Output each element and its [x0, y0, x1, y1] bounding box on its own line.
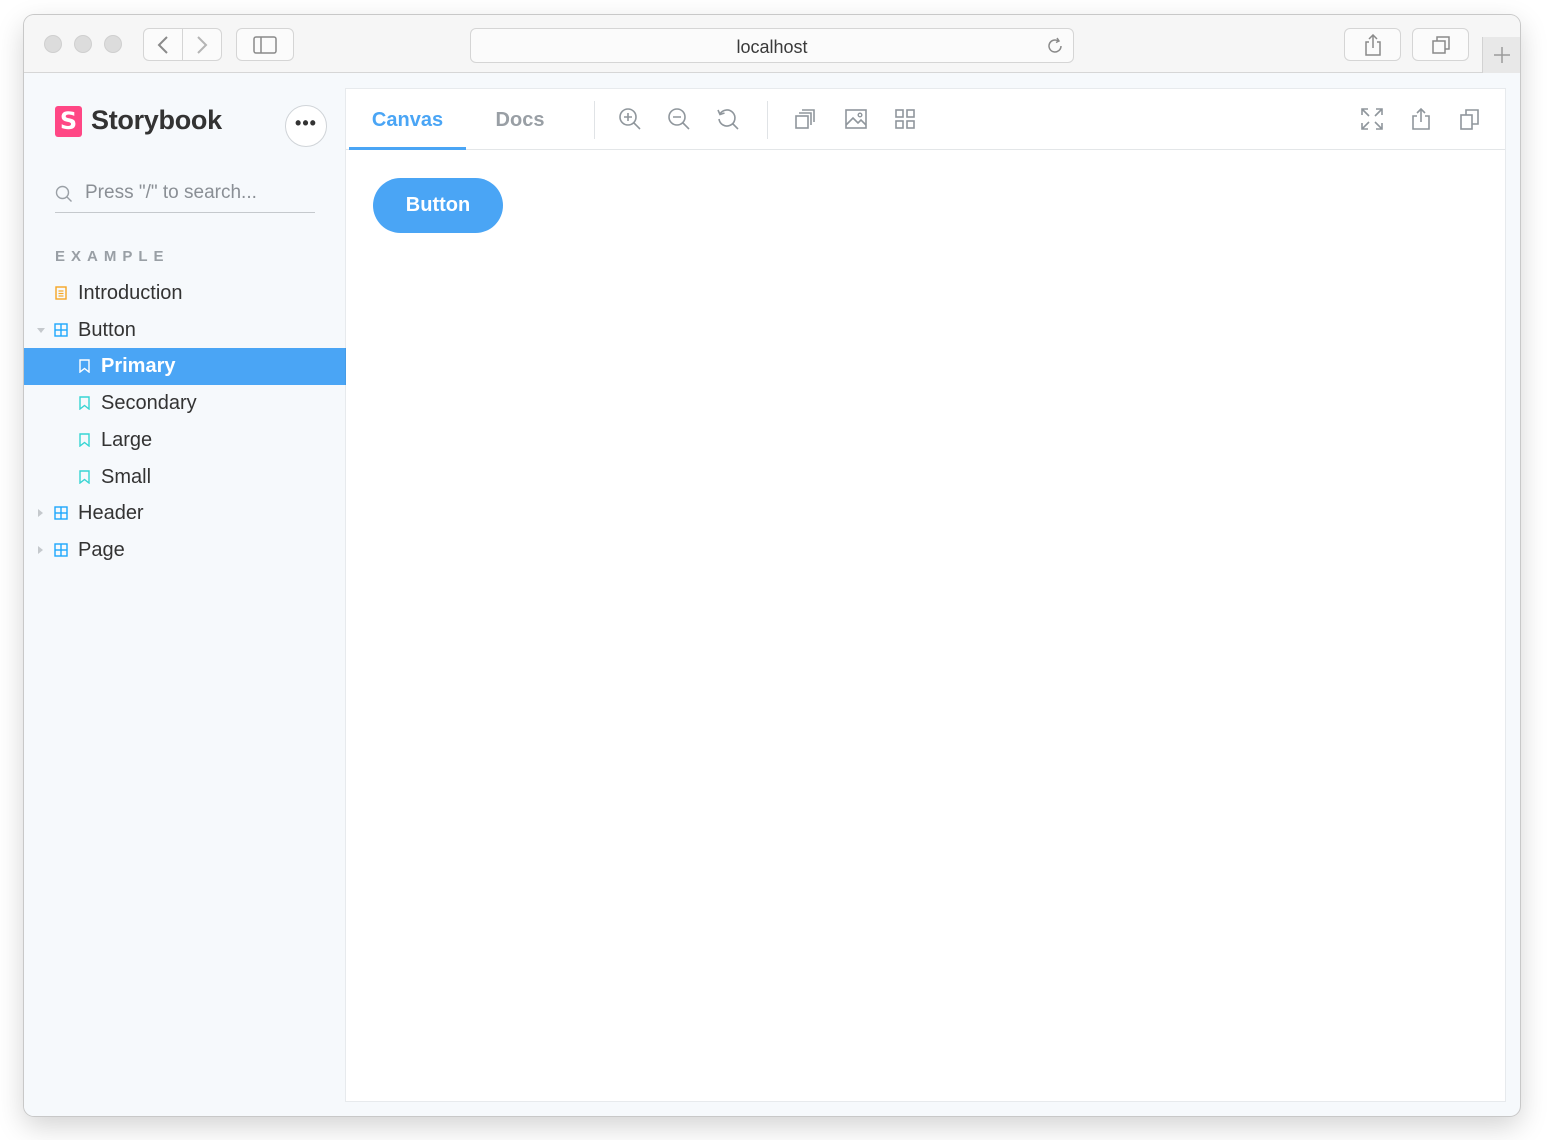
preview-panel: Canvas Docs Button — [346, 89, 1505, 1101]
bookmark-icon — [79, 433, 90, 447]
browser-window: localhost S Storybook ••• EXAMPLE Introd… — [24, 15, 1520, 1116]
background-button[interactable] — [792, 106, 818, 132]
tabs-overview-button[interactable] — [1412, 28, 1469, 61]
reload-icon[interactable] — [1045, 36, 1065, 56]
sidebar-item-primary[interactable]: Primary — [24, 348, 346, 385]
sidebar-item-label: Small — [101, 466, 152, 488]
caret-down-icon — [37, 328, 45, 333]
bookmark-icon — [79, 359, 90, 373]
sidebar-item-large[interactable]: Large — [24, 422, 346, 459]
section-title: EXAMPLE — [55, 248, 170, 265]
sidebar-item-button[interactable]: Button — [24, 312, 346, 349]
search-field — [55, 176, 315, 213]
search-input[interactable] — [85, 180, 313, 206]
component-icon — [54, 506, 68, 520]
sidebar-item-label: Primary — [101, 355, 176, 377]
ellipsis-icon: ••• — [295, 113, 317, 133]
sidebar-icon — [253, 35, 277, 54]
sidebar-item-page[interactable]: Page — [24, 532, 346, 569]
tab-label: Canvas — [371, 109, 444, 131]
zoom-out-button[interactable] — [666, 106, 692, 132]
component-icon — [54, 543, 68, 557]
tab-label: Docs — [495, 109, 545, 131]
sidebar-item-label: Header — [78, 502, 144, 524]
chevron-left-icon — [157, 35, 168, 54]
toolbar-divider — [594, 101, 595, 139]
sidebar-item-label: Introduction — [78, 282, 183, 304]
tabs-icon — [1431, 35, 1450, 54]
grid-icon — [895, 109, 915, 129]
image-button[interactable] — [843, 106, 869, 132]
sidebar-item-secondary[interactable]: Secondary — [24, 385, 346, 422]
chevron-right-icon — [197, 35, 208, 54]
component-icon — [54, 323, 68, 337]
sidebar-item-header[interactable]: Header — [24, 495, 346, 532]
toolbar-divider — [767, 101, 768, 139]
bookmark-icon — [79, 396, 90, 410]
fullscreen-button[interactable] — [1359, 106, 1385, 132]
forward-button[interactable] — [182, 28, 222, 61]
document-icon — [55, 286, 67, 300]
background-icon — [795, 109, 815, 129]
back-button[interactable] — [143, 28, 183, 61]
sidebar-item-introduction[interactable]: Introduction — [24, 275, 346, 312]
share-icon — [1412, 107, 1430, 130]
caret-right-icon — [38, 546, 43, 554]
maximize-window-button[interactable] — [104, 35, 122, 53]
tab-docs[interactable]: Docs — [468, 89, 572, 150]
sidebar-item-label: Large — [101, 429, 153, 451]
storybook-logo-icon: S — [55, 106, 82, 137]
image-icon — [845, 109, 867, 129]
sidebar-item-label: Button — [78, 319, 136, 341]
browser-toolbar: localhost — [24, 15, 1520, 73]
sidebar: S Storybook ••• EXAMPLE Introduction But… — [24, 73, 346, 1116]
zoom-in-button[interactable] — [617, 106, 643, 132]
share-button[interactable] — [1408, 106, 1434, 132]
plus-icon — [1493, 47, 1510, 63]
sidebar-toggle-button[interactable] — [236, 28, 294, 61]
share-page-button[interactable] — [1344, 28, 1401, 61]
sidebar-item-label: Secondary — [101, 392, 197, 414]
zoom-reset-button[interactable] — [715, 106, 741, 132]
minimize-window-button[interactable] — [74, 35, 92, 53]
copy-icon — [1460, 109, 1479, 130]
new-tab-button[interactable] — [1482, 37, 1520, 73]
sidebar-item-label: Page — [78, 539, 125, 561]
storybook-logo-text: Storybook — [91, 105, 222, 135]
copy-link-button[interactable] — [1457, 106, 1483, 132]
fullscreen-icon — [1361, 108, 1383, 130]
story-primary-button[interactable]: Button — [373, 178, 503, 233]
caret-right-icon — [38, 509, 43, 517]
close-window-button[interactable] — [44, 35, 62, 53]
preview-toolbar: Canvas Docs — [346, 89, 1505, 150]
url-text: localhost — [736, 37, 808, 57]
zoom-reset-icon — [717, 109, 739, 130]
grid-button[interactable] — [892, 106, 918, 132]
zoom-out-icon — [668, 108, 690, 130]
address-bar[interactable]: localhost — [470, 28, 1074, 63]
sidebar-menu-button[interactable]: ••• — [285, 105, 327, 147]
sidebar-item-small[interactable]: Small — [24, 459, 346, 496]
zoom-in-icon — [619, 108, 641, 130]
share-icon — [1364, 33, 1381, 56]
search-icon — [55, 185, 72, 202]
tab-canvas[interactable]: Canvas — [349, 89, 466, 150]
bookmark-icon — [79, 470, 90, 484]
